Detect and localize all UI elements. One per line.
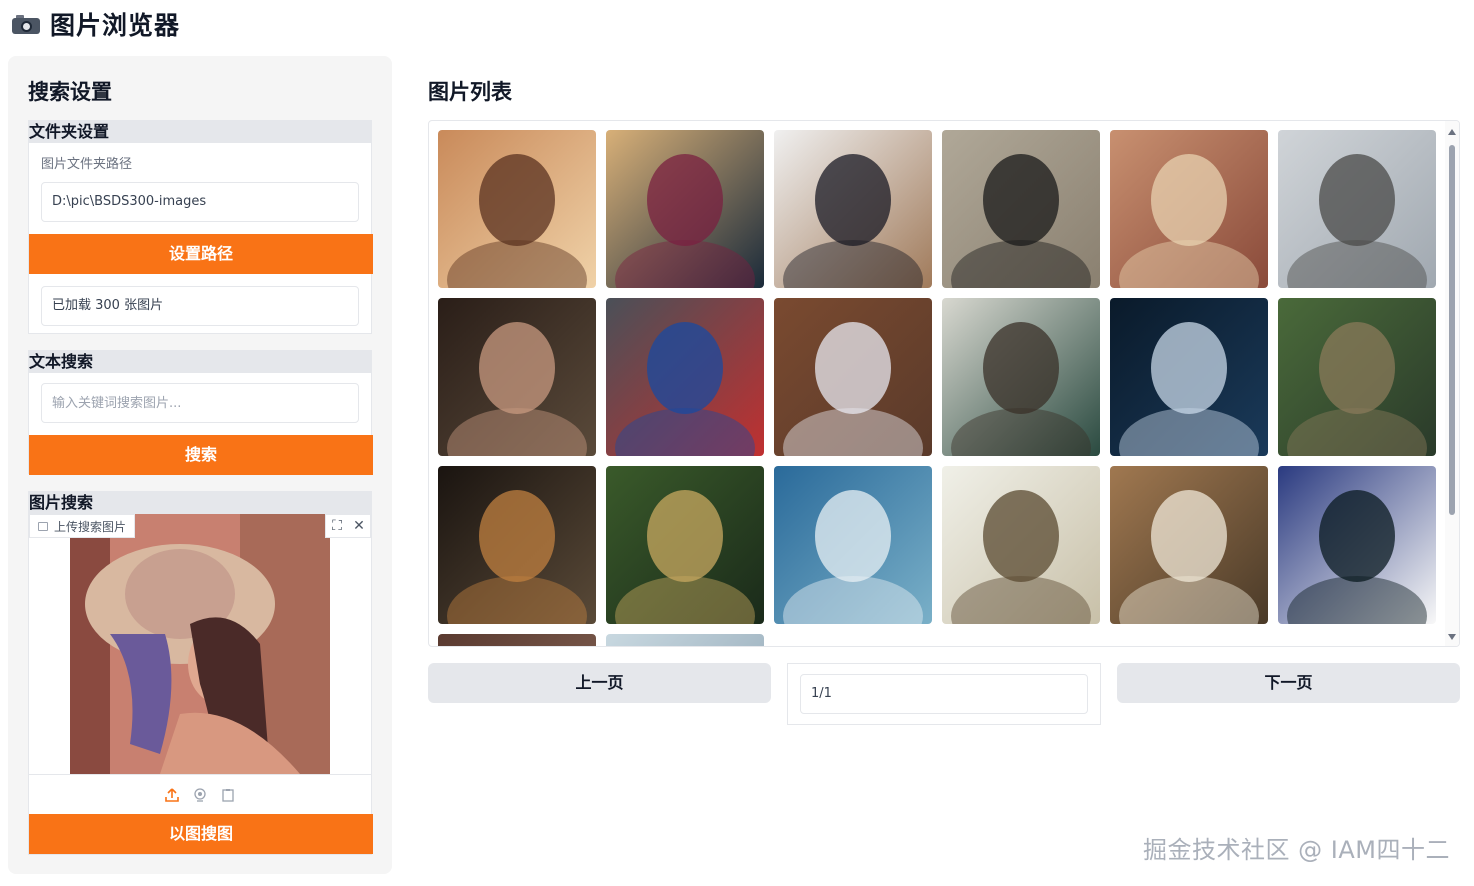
search-input[interactable] [41, 383, 359, 423]
scroll-up-icon[interactable] [1448, 129, 1456, 135]
sidebar-title: 搜索设置 [28, 80, 112, 104]
text-search-group: 文本搜索 搜索 [28, 350, 373, 475]
next-page-button[interactable]: 下一页 [1117, 663, 1460, 703]
folder-path-label: 图片文件夹路径 [41, 157, 133, 172]
folder-settings-label: 文件夹设置 [29, 121, 371, 143]
image-search-label: 图片搜索 [29, 492, 371, 514]
search-settings-panel: 搜索设置 文件夹设置 图片文件夹路径 D:\pic\BSDS300-images… [8, 56, 392, 874]
upload-tools: ⛶ ✕ [325, 514, 371, 538]
fullscreen-icon[interactable]: ⛶ [326, 515, 348, 537]
gallery-thumbnail-goat-with-horns[interactable] [438, 466, 596, 624]
gallery-thumbnail-partial-row-2[interactable] [606, 634, 764, 646]
upload-tag: 上传搜索图片 [29, 514, 136, 538]
gallery-thumbnail-woman-on-stairs[interactable] [942, 130, 1100, 288]
page-indicator-box: 1/1 [787, 663, 1101, 725]
webcam-icon[interactable] [192, 787, 208, 803]
close-icon[interactable]: ✕ [348, 515, 370, 537]
gallery-thumbnail-collie-dog[interactable] [1110, 466, 1268, 624]
gallery-thumbnail-sparkling-water-bird[interactable] [1110, 298, 1268, 456]
app-title: 图片浏览器 [50, 11, 181, 40]
gallery-scrollbar[interactable] [1445, 121, 1459, 646]
image-icon [38, 521, 48, 531]
upload-source-row [29, 774, 371, 814]
upload-tag-label: 上传搜索图片 [54, 519, 127, 534]
image-search-group: 图片搜索 上传搜索图片 ⛶ ✕ 以图搜图 [28, 491, 373, 855]
text-search-label: 文本搜索 [29, 351, 371, 373]
load-status: 已加载 300 张图片 [41, 286, 359, 326]
image-upload-dropzone[interactable]: 上传搜索图片 ⛶ ✕ [29, 514, 371, 774]
gallery-thumbnail-curly-hair-woman[interactable] [438, 298, 596, 456]
gallery-thumbnail-clouds-sky[interactable] [774, 466, 932, 624]
gallery-thumbnail-moon-night-trees[interactable] [1278, 466, 1436, 624]
image-list-title: 图片列表 [428, 80, 512, 104]
search-button[interactable]: 搜索 [29, 435, 373, 475]
gallery-thumbnail-blue-turtleneck-woman[interactable] [606, 298, 764, 456]
gallery-thumbnail-woman-black-jacket[interactable] [774, 130, 932, 288]
gallery-thumbnail-woman-headscarf[interactable] [1110, 130, 1268, 288]
uploaded-image-preview [70, 514, 330, 774]
gallery-thumbnail-partial-row-1[interactable] [438, 634, 596, 646]
gallery-thumbnail-woman-by-tree-water[interactable] [1278, 130, 1436, 288]
prev-page-button[interactable]: 上一页 [428, 663, 771, 703]
gallery-thumbnail-portrait-curly-woman[interactable] [438, 130, 596, 288]
app-header: 图片浏览器 [12, 6, 180, 42]
folder-settings-group: 文件夹设置 图片文件夹路径 D:\pic\BSDS300-images 设置路径… [28, 120, 373, 334]
gallery-thumbnail-bridge-building-trees[interactable] [606, 466, 764, 624]
scroll-down-icon[interactable] [1448, 634, 1456, 640]
search-by-image-button[interactable]: 以图搜图 [29, 814, 373, 854]
gallery-thumbnail-fur-hood-person[interactable] [942, 298, 1100, 456]
gallery-thumbnail-woman-wooden-wall[interactable] [774, 298, 932, 456]
set-path-button[interactable]: 设置路径 [29, 234, 373, 274]
watermark: 掘金技术社区 @ IAM四十二 [1143, 836, 1450, 864]
gallery-thumbnail-blonde-woman-flowers[interactable] [606, 130, 764, 288]
page-indicator: 1/1 [800, 674, 1088, 714]
scroll-thumb[interactable] [1449, 145, 1455, 515]
image-gallery [428, 120, 1460, 647]
gallery-thumbnail-man-and-woman-outdoors[interactable] [942, 466, 1100, 624]
upload-icon[interactable] [164, 787, 180, 803]
camera-icon [12, 14, 40, 34]
folder-path-input[interactable]: D:\pic\BSDS300-images [41, 182, 359, 222]
gallery-thumbnail-coastal-rocks-boat[interactable] [1278, 298, 1436, 456]
clipboard-icon[interactable] [220, 787, 236, 803]
